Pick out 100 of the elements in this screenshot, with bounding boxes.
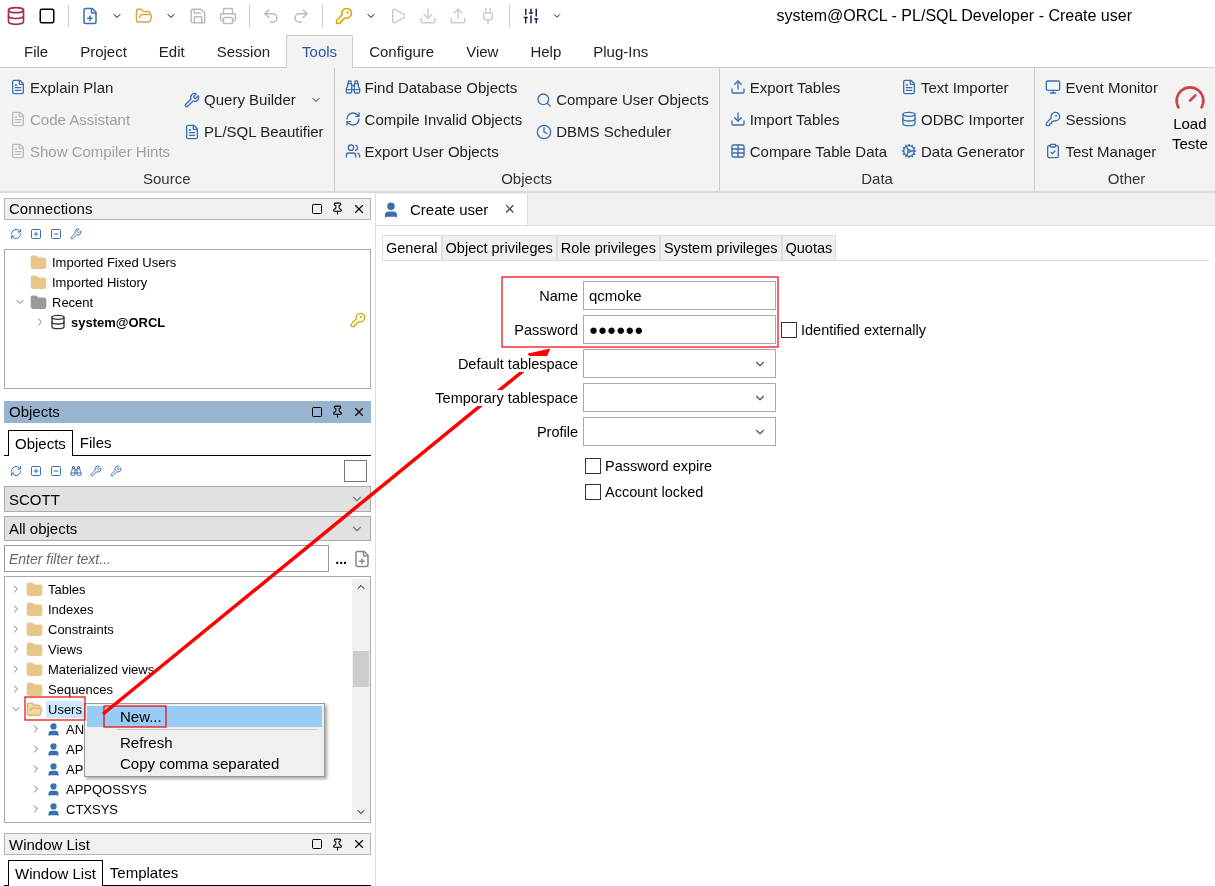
pin-icon[interactable] (331, 202, 344, 216)
tree-item[interactable]: Imported Fixed Users (50, 253, 179, 271)
ribbon-button[interactable]: Explain Plan (10, 76, 171, 98)
key-icon[interactable] (335, 7, 353, 25)
menu-tab[interactable]: Session (200, 35, 287, 68)
tree-item[interactable]: Sequences (46, 680, 116, 698)
tree-item[interactable]: Constraints (46, 620, 116, 638)
ribbon-button[interactable]: DBMS Scheduler (536, 120, 709, 143)
folder-icon[interactable] (135, 7, 153, 25)
type-select[interactable]: All objects (4, 515, 371, 542)
wrench-icon[interactable] (90, 465, 102, 478)
menu-item[interactable]: Refresh (87, 732, 322, 753)
select-field[interactable] (583, 383, 776, 412)
new-file-icon[interactable] (353, 549, 371, 568)
pin-icon[interactable] (331, 405, 344, 419)
checkbox-option[interactable]: Password expire (585, 458, 1209, 474)
ribbon-button[interactable]: Compare Table Data (729, 140, 887, 162)
collapse-all-icon[interactable] (50, 228, 62, 241)
refresh-icon[interactable] (10, 228, 22, 241)
ribbon-button[interactable]: Export Tables (729, 76, 887, 98)
tree-item[interactable]: Users (46, 700, 84, 718)
caret-icon[interactable] (552, 11, 562, 21)
document-tab[interactable]: Create user × (376, 194, 528, 225)
wrench-icon[interactable] (110, 465, 122, 478)
binoculars-icon[interactable] (70, 465, 82, 478)
wrench-icon[interactable] (70, 228, 82, 241)
tree-item[interactable]: system@ORCL (69, 313, 168, 331)
ribbon-button[interactable]: Sessions (1045, 108, 1158, 130)
ribbon-button[interactable]: Data Generator (901, 140, 1025, 162)
schema-select[interactable]: SCOTT (4, 486, 371, 512)
menu-tab[interactable]: Help (514, 35, 578, 68)
tree-item[interactable]: AP (64, 760, 86, 778)
tab[interactable]: Role privileges (556, 235, 660, 260)
tree-item[interactable]: Imported History (50, 273, 150, 291)
tab[interactable]: Object privileges (441, 235, 557, 260)
ribbon-button[interactable]: Find Database Objects (344, 76, 523, 98)
menu-tab[interactable]: Configure (353, 35, 451, 68)
maximize-icon[interactable] (311, 405, 323, 418)
menu-tab[interactable]: Project (64, 35, 143, 68)
window-icon[interactable] (38, 7, 56, 25)
scrollbar-thumb[interactable] (353, 651, 369, 688)
tree-item[interactable]: Tables (46, 580, 88, 598)
tree-item[interactable]: Indexes (46, 600, 96, 618)
more-button[interactable]: ... (335, 550, 347, 567)
database-icon[interactable] (6, 6, 26, 26)
tree-item[interactable]: CTXSYS (64, 800, 120, 818)
menu-item[interactable]: New... (87, 706, 322, 727)
expand-all-icon[interactable] (30, 228, 42, 241)
select-field[interactable] (583, 417, 776, 446)
save-icon[interactable] (189, 7, 207, 25)
menu-item[interactable]: Copy comma separated (87, 753, 322, 774)
database-icon (50, 314, 66, 331)
maximize-icon[interactable] (311, 202, 323, 215)
filter-field[interactable]: Enter filter text... (4, 545, 330, 573)
ribbon-button[interactable]: Text Importer (901, 76, 1025, 98)
close-button[interactable]: × (504, 199, 515, 220)
ribbon-button[interactable]: Query Builder (184, 88, 324, 111)
printer-icon[interactable] (219, 7, 237, 25)
ribbon-button[interactable]: Import Tables (729, 108, 887, 130)
refresh-icon[interactable] (10, 465, 22, 478)
tab[interactable]: General (382, 235, 442, 260)
select-field[interactable] (583, 349, 776, 378)
ribbon-button[interactable]: ODBC Importer (901, 108, 1025, 130)
ribbon-button[interactable]: Compare User Objects (536, 88, 709, 111)
tree-item[interactable]: Materialized views (46, 660, 157, 678)
menu-tab[interactable]: File (8, 35, 65, 68)
expand-all-icon[interactable] (30, 465, 42, 478)
redo-icon[interactable] (292, 7, 310, 25)
checkbox-option[interactable]: Account locked (585, 484, 1209, 500)
tab[interactable]: System privileges (659, 235, 782, 260)
tab[interactable]: Window List (8, 860, 103, 886)
collapse-all-icon[interactable] (50, 465, 62, 478)
sliders-icon[interactable] (522, 7, 540, 25)
tree-item[interactable]: Views (46, 640, 85, 658)
tab[interactable]: Objects (8, 430, 73, 457)
ribbon-button[interactable]: Export User Objects (344, 140, 523, 162)
ribbon-button[interactable]: PL/SQL Beautifier (184, 120, 324, 143)
color-swatch[interactable] (344, 460, 367, 483)
ribbon-button[interactable]: Compile Invalid Objects (344, 108, 523, 130)
tree-item[interactable]: Recent (50, 293, 96, 311)
ribbon-button[interactable]: Load Teste (1171, 76, 1208, 167)
input-field[interactable]: ●●●●●● (583, 315, 776, 344)
undo-icon[interactable] (262, 7, 280, 25)
menu-tab[interactable]: Plug-Ins (577, 35, 665, 68)
maximize-icon[interactable] (311, 838, 323, 851)
menu-tab[interactable]: View (450, 35, 515, 68)
download-icon (729, 111, 746, 127)
ribbon-button[interactable]: Test Manager (1045, 140, 1158, 162)
ribbon-button[interactable]: Event Monitor (1045, 76, 1158, 98)
tree-item[interactable]: AP (64, 740, 86, 758)
menu-tab[interactable]: Tools (286, 35, 354, 68)
tree-item[interactable]: APPQOSSYS (64, 780, 149, 798)
key-icon (350, 312, 366, 329)
pin-icon[interactable] (331, 837, 344, 851)
tab[interactable]: Quotas (781, 235, 837, 260)
menu-tab[interactable]: Edit (142, 35, 201, 68)
checkbox-option[interactable]: Identified externally (781, 321, 1209, 338)
new-file-icon[interactable] (81, 7, 99, 25)
input-field[interactable]: qcmoke (583, 281, 776, 310)
scrollbar[interactable] (352, 579, 370, 821)
